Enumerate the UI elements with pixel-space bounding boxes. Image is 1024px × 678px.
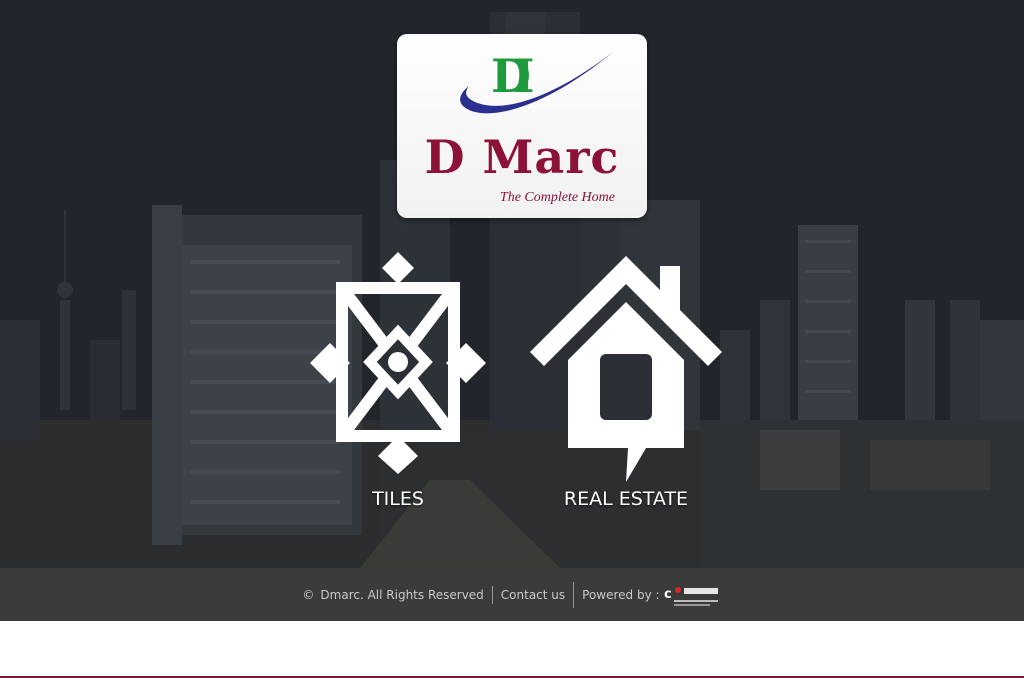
powered-by-logo-icon: c — [664, 586, 718, 606]
brand-tagline: The Complete Home — [499, 190, 615, 205]
coimbatore-web-logo[interactable]: c — [664, 582, 722, 608]
copyright-text: Dmarc. All Rights Reserved — [320, 587, 484, 602]
house-icon — [530, 256, 722, 482]
logo-i-letter: I — [513, 49, 535, 103]
svg-text:c: c — [664, 587, 672, 602]
tiles-pattern-icon — [310, 252, 486, 474]
footer-bar: © Dmarc. All Rights Reserved Contact us … — [0, 568, 1024, 621]
tiles-label: TILES — [372, 488, 424, 510]
dm-logo-icon: D I — [460, 49, 613, 114]
footer-divider — [491, 585, 493, 604]
brand-logo-card[interactable]: D I D Marc The Complete Home — [397, 34, 647, 218]
powered-by-label: Powered by : — [582, 587, 660, 602]
real-estate-label: REAL ESTATE — [563, 488, 689, 510]
brand-name: D Marc — [424, 130, 620, 184]
tiles-link[interactable]: TILES — [306, 248, 490, 514]
contact-us-link[interactable]: Contact us — [501, 588, 565, 602]
bottom-whitespace — [0, 621, 1024, 678]
real-estate-link[interactable]: REAL ESTATE — [528, 250, 724, 514]
footer-divider — [573, 581, 575, 608]
copyright-symbol: © — [302, 587, 315, 602]
